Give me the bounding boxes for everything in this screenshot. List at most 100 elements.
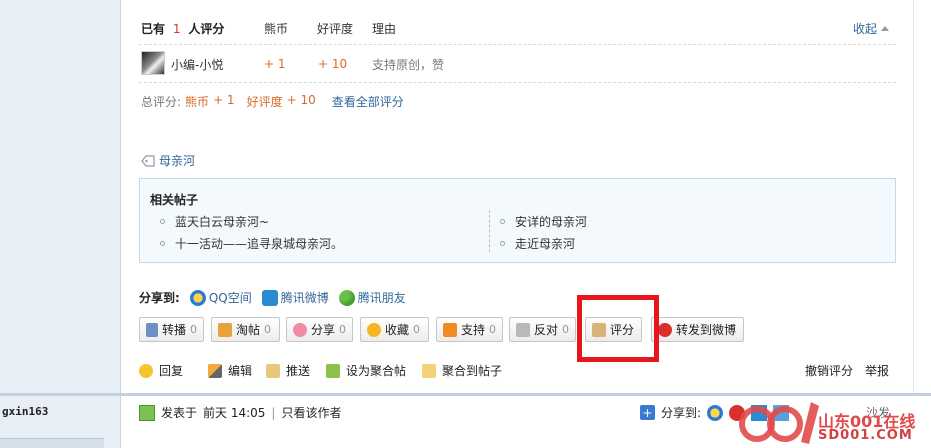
author-panel-edge	[0, 438, 104, 448]
undo-rate-link[interactable]: 撤销评分	[805, 362, 853, 379]
edit-action[interactable]: 编辑	[208, 362, 252, 379]
button-count: 0	[562, 323, 569, 336]
collapse-button[interactable]: 收起	[853, 20, 890, 37]
related-divider	[489, 210, 490, 252]
share-label: 分享到:	[139, 291, 180, 305]
right-gutter	[913, 0, 931, 393]
aggregate-icon	[326, 363, 340, 378]
author-column	[0, 0, 121, 393]
avatar[interactable]	[141, 51, 165, 75]
speech-bubble-icon	[139, 363, 153, 378]
share-qzone[interactable]: QQ空间	[189, 289, 252, 306]
share-item-label: 腾讯微博	[280, 291, 329, 305]
button-count: 0	[264, 323, 272, 336]
tag-link[interactable]: 母亲河	[159, 152, 195, 169]
report-link[interactable]: 举报	[865, 362, 889, 379]
rating-praise-value: + 10	[318, 57, 348, 71]
report-label: 举报	[865, 364, 890, 378]
button-count: 0	[489, 323, 496, 336]
separator-pipe: |	[271, 405, 276, 420]
next-post-header: 发表于 前天 14:05 | 只看该作者	[139, 404, 341, 421]
forward-weibo-button[interactable]: 转发到微博	[651, 317, 744, 342]
next-share-label[interactable]: 分享到:	[661, 404, 701, 421]
taotie-button[interactable]: 淘帖 0	[211, 317, 280, 342]
action-label: 聚合到帖子	[442, 364, 503, 378]
chevron-up-icon	[881, 26, 890, 31]
star-icon	[367, 322, 381, 337]
pencil-icon	[208, 363, 222, 378]
total-label: 总评分:	[141, 95, 182, 109]
clover-icon	[338, 289, 355, 306]
rating-coin-value: + 1	[264, 57, 286, 71]
qzone-icon[interactable]	[707, 404, 724, 421]
related-link[interactable]: 十一活动——追寻泉城母亲河。	[175, 235, 343, 252]
favorite-button[interactable]: 收藏 0	[360, 317, 429, 342]
related-link[interactable]: 走近母亲河	[515, 235, 575, 252]
button-label: 收藏	[385, 323, 410, 337]
reply-action[interactable]: 回复	[139, 362, 183, 379]
button-count: 0	[413, 323, 421, 336]
action-label: 推送	[286, 364, 311, 378]
rating-header-suffix: 人评分	[188, 22, 225, 36]
total-coin-value: + 1	[213, 93, 235, 107]
next-post-username[interactable]: gxin163	[2, 405, 48, 418]
view-all-ratings-link[interactable]: 查看全部评分	[332, 93, 404, 110]
collapse-label: 收起	[853, 22, 878, 36]
qzone-icon	[189, 289, 206, 306]
arrow-down-icon	[516, 322, 530, 337]
set-aggregate-action[interactable]: 设为聚合帖	[326, 362, 406, 379]
posted-prefix: 发表于	[161, 406, 198, 420]
rating-count: 1	[172, 22, 181, 36]
push-icon	[266, 363, 280, 378]
share-tencent-friends[interactable]: 腾讯朋友	[338, 289, 406, 306]
rating-user[interactable]: 小编-小悦	[171, 56, 223, 73]
share-button[interactable]: 分享 0	[286, 317, 353, 342]
highlight-box	[577, 295, 659, 362]
taotie-icon	[218, 322, 232, 337]
only-author-link[interactable]: 只看该作者	[281, 404, 341, 421]
rating-total: 总评分: 熊币 + 1 好评度 + 10 查看全部评分	[141, 93, 404, 110]
watermark-logo	[739, 402, 819, 444]
share-tencent-weibo[interactable]: 腾讯微博	[261, 289, 329, 306]
total-coin-label: 熊币	[185, 95, 210, 109]
related-link[interactable]: 蓝天白云母亲河~	[175, 213, 269, 230]
button-count: 0	[339, 323, 346, 336]
divider	[139, 44, 896, 45]
share-item-label: 腾讯朋友	[357, 291, 406, 305]
button-label: 反对	[533, 323, 558, 337]
support-button[interactable]: 支持 0	[436, 317, 503, 342]
bullet-icon	[160, 219, 165, 224]
relay-icon	[146, 322, 158, 337]
heart-icon	[293, 322, 307, 337]
undo-rate-label: 撤销评分	[805, 364, 854, 378]
share-item-label: QQ空间	[208, 291, 252, 305]
rating-header: 已有 1 人评分	[141, 20, 224, 37]
button-label: 淘帖	[236, 323, 261, 337]
divider	[139, 82, 896, 83]
action-label: 编辑	[228, 364, 253, 378]
rating-reason: 支持原创，赞	[372, 58, 445, 72]
watermark-url: SD001.COM	[818, 428, 913, 443]
relay-button[interactable]: 转播 0	[139, 317, 204, 342]
bullet-icon	[160, 241, 165, 246]
tencent-weibo-icon	[261, 289, 278, 306]
button-label: 支持	[460, 323, 485, 337]
button-label: 转发到微博	[676, 323, 737, 337]
related-posts-box: 相关帖子 蓝天白云母亲河~ 十一活动——追寻泉城母亲河。 安详的母亲河 走近母亲…	[139, 178, 896, 263]
rating-header-prefix: 已有	[141, 22, 166, 36]
document-icon	[422, 363, 436, 378]
action-label: 设为聚合帖	[346, 364, 407, 378]
bullet-icon	[500, 241, 505, 246]
aggregate-to-post-action[interactable]: 聚合到帖子	[422, 362, 502, 379]
related-title: 相关帖子	[150, 193, 199, 207]
push-action[interactable]: 推送	[266, 362, 310, 379]
total-praise-label: 好评度	[246, 95, 283, 109]
bullet-icon	[500, 219, 505, 224]
total-praise-value: + 10	[286, 93, 316, 107]
action-label: 回复	[159, 364, 184, 378]
oppose-button[interactable]: 反对 0	[509, 317, 576, 342]
share-row: 分享到: QQ空间 腾讯微博 腾讯朋友	[139, 289, 406, 306]
online-status-icon	[139, 404, 155, 421]
related-link[interactable]: 安详的母亲河	[515, 213, 587, 230]
button-label: 分享	[310, 323, 335, 337]
